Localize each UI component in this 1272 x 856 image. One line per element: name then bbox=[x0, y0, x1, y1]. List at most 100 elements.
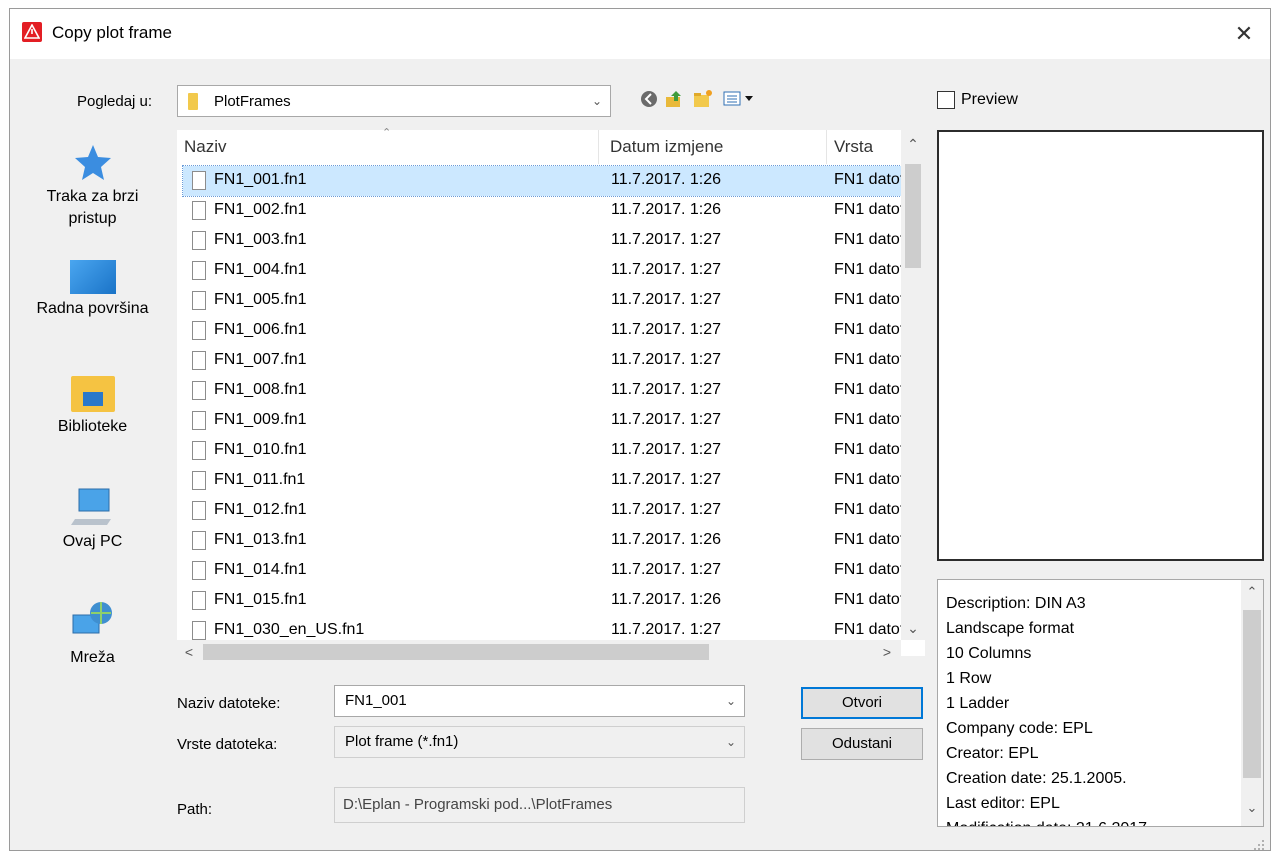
file-icon bbox=[192, 291, 206, 310]
cancel-button[interactable]: Odustani bbox=[801, 728, 923, 760]
file-row[interactable]: FN1_011.fn1 11.7.2017. 1:27 FN1 datoteka bbox=[183, 466, 902, 496]
preview-checkbox[interactable] bbox=[937, 91, 955, 109]
file-type: FN1 datoteka bbox=[834, 441, 902, 458]
file-icon bbox=[192, 411, 206, 430]
scroll-right-icon[interactable]: > bbox=[875, 640, 899, 664]
scroll-up-icon[interactable]: ⌃ bbox=[1241, 584, 1263, 600]
file-name: FN1_004.fn1 bbox=[214, 261, 307, 278]
file-name: FN1_009.fn1 bbox=[214, 411, 307, 428]
window-title: Copy plot frame bbox=[52, 23, 172, 42]
file-row[interactable]: FN1_013.fn1 11.7.2017. 1:26 FN1 datoteka bbox=[183, 526, 902, 556]
description-line: 1 Row bbox=[946, 670, 992, 687]
file-name: FN1_012.fn1 bbox=[214, 501, 307, 518]
horizontal-scroll-thumb[interactable] bbox=[203, 644, 709, 660]
file-row[interactable]: FN1_006.fn1 11.7.2017. 1:27 FN1 datoteka bbox=[183, 316, 902, 346]
vertical-scroll-thumb[interactable] bbox=[905, 164, 921, 268]
file-date: 11.7.2017. 1:27 bbox=[611, 291, 722, 308]
resize-grip-icon[interactable] bbox=[1253, 838, 1265, 850]
file-row[interactable]: FN1_002.fn1 11.7.2017. 1:26 FN1 datoteka bbox=[183, 196, 902, 226]
file-icon bbox=[192, 471, 206, 490]
back-icon[interactable] bbox=[640, 90, 658, 108]
file-row[interactable]: FN1_008.fn1 11.7.2017. 1:27 FN1 datoteka bbox=[183, 376, 902, 406]
filename-value: FN1_001 bbox=[345, 692, 407, 709]
file-row[interactable]: FN1_005.fn1 11.7.2017. 1:27 FN1 datoteka bbox=[183, 286, 902, 316]
path-label: Path: bbox=[177, 801, 213, 818]
chevron-down-icon[interactable]: ⌄ bbox=[726, 694, 736, 708]
nav-label: Biblioteke bbox=[57, 418, 128, 435]
folder-icon bbox=[188, 93, 198, 110]
nav-item-network[interactable]: Mreža bbox=[10, 601, 175, 667]
close-button[interactable]: ✕ bbox=[1227, 17, 1261, 51]
column-header-date[interactable]: Datum izmjene bbox=[610, 130, 723, 164]
look-in-dropdown[interactable]: PlotFrames ⌄ bbox=[177, 85, 611, 117]
horizontal-scrollbar[interactable]: < > bbox=[177, 640, 901, 664]
scroll-up-icon[interactable]: ⌃ bbox=[901, 132, 925, 156]
file-type: FN1 datoteka bbox=[834, 531, 902, 548]
new-folder-icon[interactable] bbox=[693, 89, 713, 109]
nav-item-this-pc[interactable]: Ovaj PC bbox=[10, 487, 175, 551]
description-line: Company code: EPL bbox=[946, 720, 1093, 737]
filetype-label: Vrste datoteka: bbox=[177, 736, 278, 753]
file-icon bbox=[192, 321, 206, 340]
nav-item-libraries[interactable]: Biblioteke bbox=[10, 372, 175, 436]
filename-input[interactable]: FN1_001 ⌄ bbox=[334, 685, 745, 717]
description-box[interactable]: Description: DIN A3 Landscape format 10 Co… bbox=[937, 579, 1264, 827]
file-date: 11.7.2017. 1:26 bbox=[611, 531, 722, 548]
description-line: 1 Ladder bbox=[946, 695, 1010, 712]
file-row[interactable]: FN1_010.fn1 11.7.2017. 1:27 FN1 datoteka bbox=[183, 436, 902, 466]
file-type: FN1 datoteka bbox=[834, 231, 902, 248]
file-name: FN1_008.fn1 bbox=[214, 381, 307, 398]
file-row[interactable]: FN1_012.fn1 11.7.2017. 1:27 FN1 datoteka bbox=[183, 496, 902, 526]
file-date: 11.7.2017. 1:27 bbox=[611, 501, 722, 518]
description-scrollbar[interactable]: ⌃ ⌄ bbox=[1241, 580, 1263, 826]
libraries-icon bbox=[70, 372, 115, 412]
scroll-down-icon[interactable]: ⌄ bbox=[901, 616, 925, 640]
file-date: 11.7.2017. 1:26 bbox=[611, 591, 722, 608]
file-icon bbox=[192, 231, 206, 250]
nav-label: Traka za brzi bbox=[46, 188, 139, 205]
path-value: D:\Eplan - Programski pod...\PlotFrames bbox=[343, 796, 613, 813]
file-icon bbox=[192, 381, 206, 400]
file-type: FN1 datoteka bbox=[834, 501, 902, 518]
column-separator[interactable] bbox=[826, 130, 827, 164]
file-name: FN1_006.fn1 bbox=[214, 321, 307, 338]
vertical-scrollbar[interactable]: ⌃ ⌄ bbox=[901, 130, 925, 640]
file-type: FN1 datoteka bbox=[834, 201, 902, 218]
file-row[interactable]: FN1_003.fn1 11.7.2017. 1:27 FN1 datoteka bbox=[183, 226, 902, 256]
file-icon bbox=[192, 441, 206, 460]
file-icon bbox=[192, 591, 206, 610]
view-menu-icon[interactable] bbox=[723, 91, 757, 107]
up-folder-icon[interactable] bbox=[664, 89, 684, 109]
this-pc-icon bbox=[70, 487, 115, 527]
open-button[interactable]: Otvori bbox=[801, 687, 923, 719]
column-separator[interactable] bbox=[598, 130, 599, 164]
file-row[interactable]: FN1_009.fn1 11.7.2017. 1:27 FN1 datoteka bbox=[183, 406, 902, 436]
copy-plot-frame-dialog: Copy plot frame ✕ Pogledaj u: PlotFrames… bbox=[9, 8, 1271, 851]
description-line: Description: DIN A3 bbox=[946, 595, 1086, 612]
chevron-down-icon: ⌄ bbox=[725, 735, 736, 749]
file-list: ⌃ Naziv Datum izmjene Vrsta FN1_001.fn1 1… bbox=[177, 127, 925, 664]
scroll-down-icon[interactable]: ⌄ bbox=[1241, 800, 1263, 816]
description-scroll-thumb[interactable] bbox=[1243, 610, 1261, 778]
filetype-dropdown[interactable]: Plot frame (*.fn1) ⌄ bbox=[334, 726, 745, 758]
nav-item-desktop[interactable]: Radna površina bbox=[10, 260, 175, 318]
file-date: 11.7.2017. 1:27 bbox=[611, 321, 722, 338]
column-header-name[interactable]: Naziv bbox=[184, 130, 227, 164]
file-row[interactable]: FN1_007.fn1 11.7.2017. 1:27 FN1 datoteka bbox=[183, 346, 902, 376]
chevron-down-icon: ⌄ bbox=[591, 94, 602, 108]
file-row[interactable]: FN1_004.fn1 11.7.2017. 1:27 FN1 datoteka bbox=[183, 256, 902, 286]
file-row[interactable]: FN1_001.fn1 11.7.2017. 1:26 FN1 datoteka bbox=[182, 165, 902, 197]
description-line: Landscape format bbox=[946, 620, 1075, 637]
scroll-left-icon[interactable]: < bbox=[177, 640, 201, 664]
column-header-type[interactable]: Vrsta bbox=[834, 130, 873, 164]
title-bar: Copy plot frame ✕ bbox=[10, 9, 1270, 59]
file-type: FN1 datoteka bbox=[834, 471, 902, 488]
file-row[interactable]: FN1_014.fn1 11.7.2017. 1:27 FN1 datoteka bbox=[183, 556, 902, 586]
file-type: FN1 datoteka bbox=[834, 411, 902, 428]
file-icon bbox=[192, 561, 206, 580]
nav-item-quick-access[interactable]: Traka za brzi pristup bbox=[10, 142, 175, 228]
file-row[interactable]: FN1_015.fn1 11.7.2017. 1:26 FN1 datoteka bbox=[183, 586, 902, 616]
file-name: FN1_011.fn1 bbox=[214, 471, 306, 488]
preview-pane bbox=[937, 130, 1264, 561]
file-date: 11.7.2017. 1:27 bbox=[611, 471, 722, 488]
